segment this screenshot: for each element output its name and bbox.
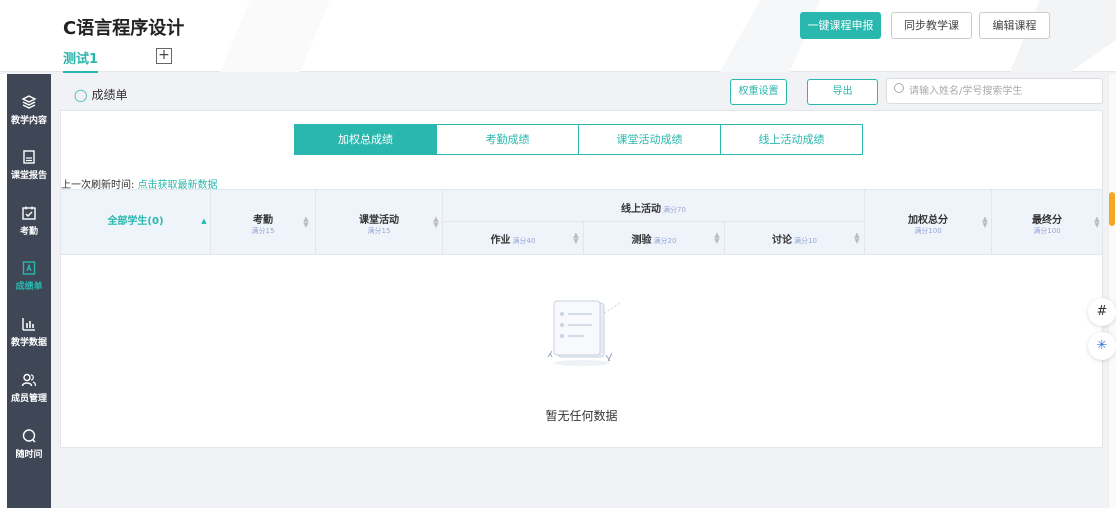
left-gutter	[0, 74, 7, 508]
header-bar: C语言程序设计 测试1 + 一键课程申报 同步教学课 编辑课程	[0, 0, 1116, 73]
column-subtitle: 满分70	[663, 206, 686, 214]
empty-notebook-icon	[547, 300, 621, 366]
sidebar-item-label: 成绩单	[15, 282, 43, 292]
document-icon	[23, 150, 35, 164]
sidebar-item-ask-anytime[interactable]: 随时问	[7, 420, 51, 476]
page-scrollbar[interactable]	[1108, 74, 1116, 508]
column-students[interactable]: 全部学生(0) ▲	[61, 190, 211, 254]
homework-title: 作业 满分40	[443, 231, 583, 246]
column-subtitle: 满分15	[367, 227, 391, 235]
column-subtitle: 满分100	[914, 227, 942, 235]
column-title: 测验	[631, 235, 652, 246]
course-report-button[interactable]: 一键课程申报	[800, 12, 881, 39]
sidebar-item-teaching-content[interactable]: 教学内容	[7, 86, 51, 142]
tab-classroom-grade[interactable]: 课堂活动成绩	[578, 124, 721, 155]
bar-chart-icon	[22, 318, 35, 331]
quiz-title: 测验 满分20	[584, 231, 724, 246]
sort-asc-icon[interactable]: ▲	[201, 218, 207, 225]
calendar-check-icon	[22, 206, 36, 220]
sidebar-item-label: 课堂报告	[10, 171, 47, 181]
sort-icon[interactable]: ▲ ▼	[854, 232, 860, 245]
column-subtitle: 满分100	[1033, 227, 1061, 235]
column-title: 最终分	[1032, 215, 1062, 226]
section-title: ◯ 成绩单	[74, 86, 127, 103]
sidebar-item-label: 考勤	[19, 227, 38, 237]
column-title: 线上活动	[621, 204, 662, 215]
scrollbar-thumb[interactable]	[1109, 192, 1115, 226]
column-subtitle: 满分20	[653, 237, 677, 245]
grade-icon	[22, 261, 36, 275]
section-title-label: 成绩单	[91, 88, 128, 102]
discussion-title: 讨论 满分10	[725, 231, 864, 246]
column-online-group: 线上活动 满分70	[443, 190, 865, 222]
column-title: 作业	[490, 235, 511, 246]
main-toolbar: ◯ 成绩单 权重设置 导出	[60, 74, 1103, 110]
sidebar-item-label: 教学内容	[10, 116, 47, 126]
tab-test1[interactable]: 测试1	[63, 48, 99, 73]
weight-settings-button[interactable]: 权重设置	[730, 79, 787, 105]
add-tab-button[interactable]: +	[156, 48, 172, 64]
column-title: 考勤	[253, 215, 273, 226]
assistant-icon[interactable]: ✳	[1088, 332, 1116, 360]
online-group-title: 线上活动 满分70	[443, 200, 864, 215]
sidebar-item-teaching-data[interactable]: 教学数据	[7, 308, 51, 364]
search-icon	[894, 83, 904, 93]
sidebar-item-attendance[interactable]: 考勤	[7, 197, 51, 253]
sidebar-item-gradebook[interactable]: 成绩单	[7, 252, 51, 308]
sidebar-item-label: 随时问	[15, 450, 43, 460]
sidebar-item-label: 成员管理	[10, 394, 47, 404]
tab-attendance-grade[interactable]: 考勤成绩	[436, 124, 579, 155]
column-classroom[interactable]: 课堂活动 满分15 ▲ ▼	[316, 190, 443, 254]
column-homework[interactable]: 作业 满分40 ▲ ▼	[443, 222, 584, 254]
sort-icon[interactable]: ▲ ▼	[714, 232, 720, 245]
grade-type-tabs: 加权总成绩 考勤成绩 课堂活动成绩 线上活动成绩	[294, 124, 863, 155]
column-subtitle: 满分10	[794, 237, 817, 245]
column-weighted-total[interactable]: 加权总分 满分100 ▲ ▼	[865, 190, 992, 254]
search-input[interactable]	[909, 82, 1094, 100]
column-quiz[interactable]: 测验 满分20 ▲ ▼	[584, 222, 725, 254]
sidebar-item-members[interactable]: 成员管理	[7, 364, 51, 420]
column-title: 全部学生(0)	[107, 216, 164, 227]
sort-icon[interactable]: ▲ ▼	[303, 216, 309, 229]
grades-panel: 加权总成绩 考勤成绩 课堂活动成绩 线上活动成绩 上一次刷新时间: 点击获取最新…	[60, 110, 1103, 448]
column-subtitle: 满分15	[251, 227, 275, 235]
column-discussion[interactable]: 讨论 满分10 ▲ ▼	[725, 222, 865, 254]
medal-icon: ◯	[74, 88, 88, 102]
grades-table-header: 全部学生(0) ▲ 考勤 满分15 ▲ ▼ 课堂活动 满分15 ▲ ▼ 线上活动 满分…	[61, 189, 1102, 255]
sidebar-item-label: 教学数据	[10, 338, 47, 348]
edit-course-button[interactable]: 编辑课程	[979, 12, 1050, 39]
sidebar-item-class-report[interactable]: 课堂报告	[7, 141, 51, 197]
export-button[interactable]: 导出	[807, 79, 878, 105]
column-title: 讨论	[772, 235, 793, 246]
sort-icon[interactable]: ▲ ▼	[982, 216, 988, 229]
column-subtitle: 满分40	[512, 237, 536, 245]
student-search[interactable]	[886, 78, 1103, 104]
column-final[interactable]: 最终分 满分100 ▲ ▼	[992, 190, 1102, 254]
column-title: 加权总分	[908, 215, 948, 226]
chat-icon	[22, 429, 36, 443]
column-title: 课堂活动	[359, 215, 399, 226]
sync-course-button[interactable]: 同步教学课	[891, 12, 972, 39]
sort-icon[interactable]: ▲ ▼	[573, 232, 579, 245]
sort-icon[interactable]: ▲ ▼	[1094, 216, 1100, 229]
sidebar: 教学内容 课堂报告 考勤 成绩单 教学数据 成员管理 随时问	[7, 74, 51, 508]
course-title: C语言程序设计	[63, 18, 185, 39]
column-attendance[interactable]: 考勤 满分15 ▲ ▼	[211, 190, 316, 254]
layers-icon	[21, 95, 37, 109]
empty-state-text: 暂无任何数据	[545, 409, 618, 423]
sort-icon[interactable]: ▲ ▼	[433, 216, 439, 229]
tab-weighted-total[interactable]: 加权总成绩	[294, 124, 437, 155]
tab-online-grade[interactable]: 线上活动成绩	[720, 124, 863, 155]
translate-icon[interactable]: #	[1088, 298, 1116, 326]
members-icon	[21, 373, 37, 387]
